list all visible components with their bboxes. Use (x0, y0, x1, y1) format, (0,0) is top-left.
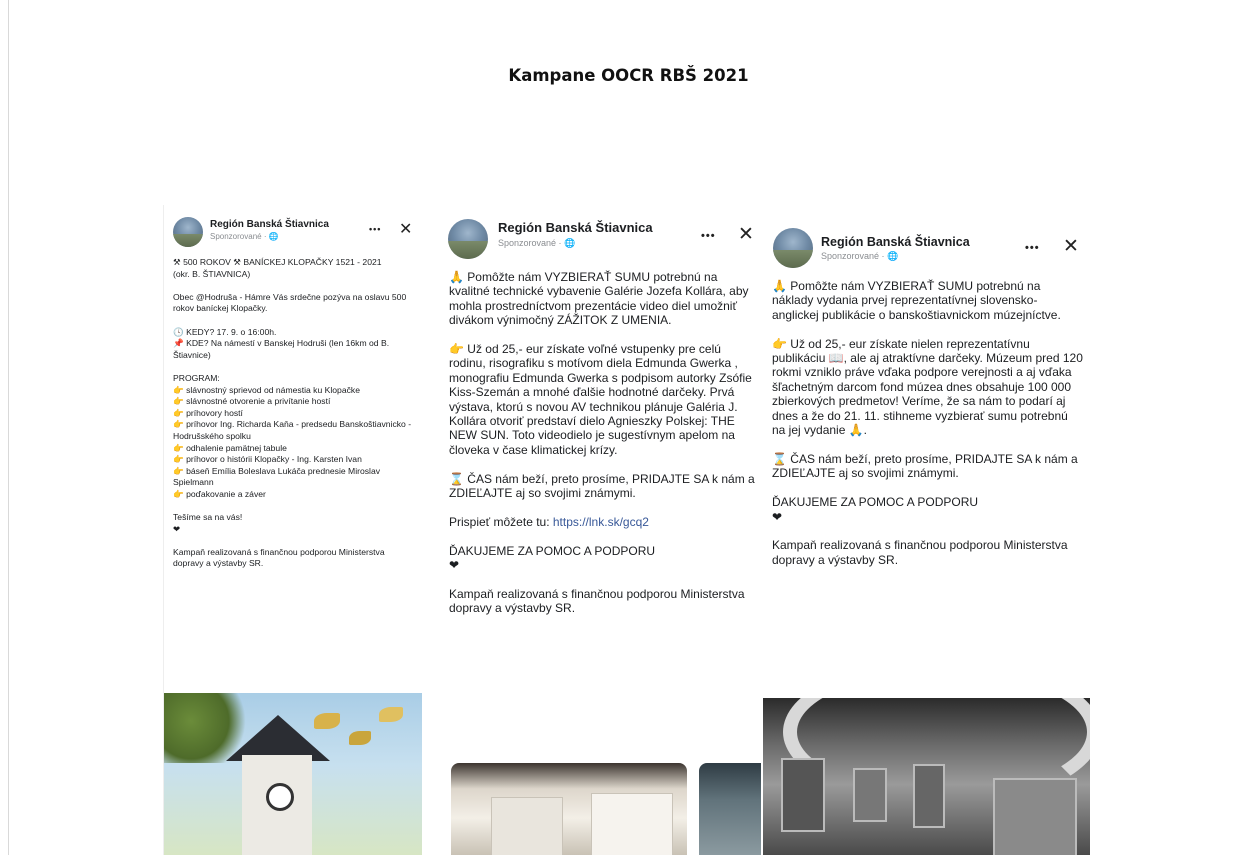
close-icon[interactable]: ✕ (738, 223, 754, 246)
page-avatar[interactable] (773, 228, 813, 268)
more-options-icon[interactable]: ••• (701, 230, 716, 242)
image-museum-frame (993, 778, 1077, 855)
image-museum-frame (913, 764, 945, 828)
post-text-main: 🙏 Pomôžte nám VYZBIERAŤ SUMU potrebnú na… (449, 270, 755, 529)
post-text: 🙏 Pomôžte nám VYZBIERAŤ SUMU potrebnú na… (449, 270, 759, 616)
post-text: 🙏 Pomôžte nám VYZBIERAŤ SUMU potrebnú na… (772, 279, 1083, 567)
document-title: Kampane OOCR RBŠ 2021 (508, 66, 749, 85)
post-galeria: Región Banská Štiavnica Sponzorované · 🌐… (443, 208, 761, 855)
page-avatar[interactable] (173, 217, 203, 247)
image-tower-clock (266, 783, 294, 811)
post-image-museum[interactable] (763, 698, 1090, 855)
post-image-gallery-2[interactable] (699, 763, 761, 855)
post-image-tower[interactable] (164, 693, 422, 855)
post-text: ⚒ 500 ROKOV ⚒ BANÍCKEJ KLOPAČKY 1521 - 2… (173, 257, 412, 569)
post-muzeum: Región Banská Štiavnica Sponzorované · 🌐… (763, 225, 1090, 855)
close-icon[interactable]: ✕ (1063, 235, 1079, 258)
sponsored-label: Sponzorované · 🌐 (821, 251, 899, 261)
page-left-border (8, 0, 9, 855)
image-gallery-wall (491, 797, 563, 855)
post-klopacka: Región Banská Štiavnica Sponzorované · 🌐… (163, 205, 422, 855)
page-name[interactable]: Región Banská Štiavnica (498, 220, 653, 235)
image-gallery-wall (591, 793, 673, 855)
more-options-icon[interactable]: ••• (369, 224, 381, 234)
donation-link[interactable]: https://lnk.sk/gcq2 (553, 515, 649, 529)
image-leaf (349, 731, 371, 745)
sponsored-label: Sponzorované · 🌐 (210, 232, 279, 241)
page-name[interactable]: Región Banská Štiavnica (821, 235, 970, 249)
page-avatar[interactable] (448, 219, 488, 259)
image-museum-frame (781, 758, 825, 832)
post-image-gallery[interactable] (451, 763, 687, 855)
more-options-icon[interactable]: ••• (1025, 242, 1040, 254)
sponsored-label: Sponzorované · 🌐 (498, 238, 576, 248)
image-museum-frame (853, 768, 887, 822)
page-name[interactable]: Región Banská Štiavnica (210, 219, 329, 230)
post-text-footer: ĎAKUJEME ZA POMOC A PODPORU ❤ Kampaň rea… (449, 543, 745, 616)
image-leaf (379, 707, 403, 722)
close-icon[interactable]: ✕ (399, 219, 412, 239)
